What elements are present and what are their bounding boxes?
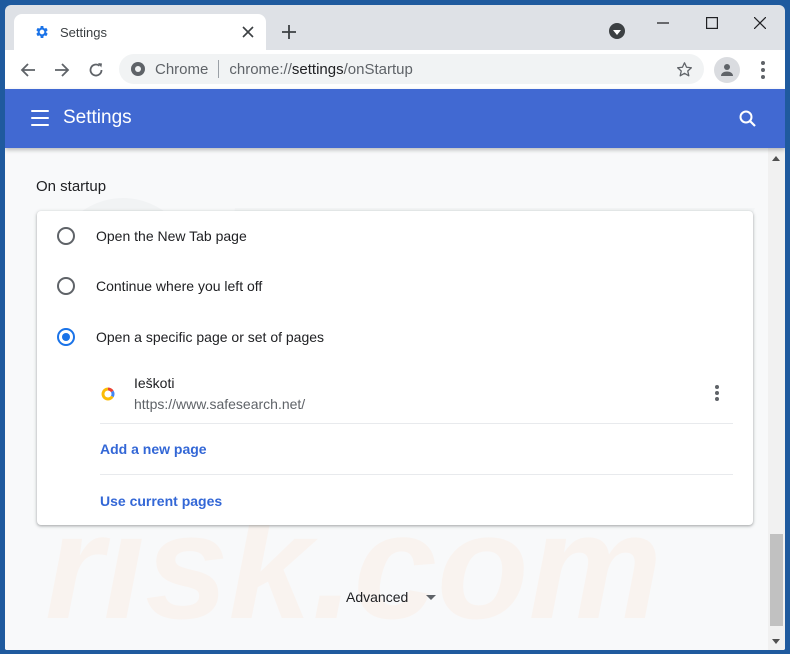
scroll-up-arrow-icon[interactable] [772, 156, 780, 161]
close-window-button[interactable] [737, 9, 783, 37]
tab-search-button[interactable] [609, 23, 625, 39]
settings-header: Settings [5, 89, 785, 148]
tab-strip: Settings [5, 5, 785, 50]
favicon-icon [101, 387, 115, 401]
maximize-button[interactable] [689, 9, 735, 37]
chrome-menu-button[interactable] [753, 58, 773, 82]
forward-button[interactable] [48, 56, 76, 84]
radio-option-specific-pages[interactable]: Open a specific page or set of pages [37, 312, 753, 362]
browser-window: Settings Chrome chrome://settings/onStar… [5, 5, 785, 650]
page-title: Settings [63, 107, 132, 128]
chrome-icon [131, 62, 145, 76]
section-title-on-startup: On startup [36, 178, 107, 195]
scrollbar[interactable] [768, 148, 785, 650]
toolbar: Chrome chrome://settings/onStartup [5, 50, 785, 89]
forward-arrow-icon [55, 63, 70, 77]
page-name: Ieškoti [134, 375, 175, 391]
back-button[interactable] [14, 56, 42, 84]
scroll-down-arrow-icon[interactable] [772, 639, 780, 644]
profile-button[interactable] [714, 57, 740, 83]
radio-label: Open the New Tab page [96, 228, 247, 244]
tab-settings[interactable]: Settings [14, 14, 266, 50]
on-startup-card: Open the New Tab page Continue where you… [37, 211, 753, 525]
radio-label: Open a specific page or set of pages [96, 329, 325, 345]
radio-option-new-tab[interactable]: Open the New Tab page [37, 211, 753, 261]
back-arrow-icon [20, 63, 35, 77]
radio-button-checked[interactable] [57, 328, 75, 346]
maximize-icon [706, 17, 718, 29]
plus-icon [282, 25, 296, 39]
gear-icon [34, 24, 50, 40]
site-chip: Chrome [155, 60, 209, 78]
radio-button[interactable] [57, 277, 75, 295]
search-icon [739, 110, 756, 127]
kebab-menu-icon [761, 61, 765, 65]
use-current-pages-link[interactable]: Use current pages [100, 475, 733, 526]
radio-button[interactable] [57, 227, 75, 245]
add-new-page-link[interactable]: Add a new page [100, 424, 733, 475]
page-more-actions-button[interactable] [705, 381, 729, 405]
hamburger-menu-button[interactable] [31, 110, 49, 126]
radio-option-continue[interactable]: Continue where you left off [37, 261, 753, 311]
search-settings-button[interactable] [738, 109, 758, 129]
hamburger-icon [31, 110, 49, 112]
caret-down-icon [426, 594, 437, 600]
advanced-toggle[interactable]: Advanced [346, 589, 437, 605]
settings-content: risk.com On startup Open the New Tab pag… [5, 148, 768, 650]
minimize-button[interactable] [640, 9, 686, 37]
page-url: https://www.safesearch.net/ [134, 396, 306, 412]
minimize-icon [657, 22, 669, 24]
bookmark-button[interactable] [674, 59, 694, 79]
reload-icon [89, 63, 103, 77]
person-icon [721, 64, 733, 76]
advanced-label: Advanced [346, 589, 409, 605]
close-tab-button[interactable] [238, 22, 258, 42]
star-icon [676, 61, 692, 76]
close-icon [754, 17, 766, 29]
address-bar[interactable]: Chrome chrome://settings/onStartup [119, 54, 704, 84]
startup-page-entry: Ieškoti https://www.safesearch.net/ [100, 366, 733, 424]
scrollbar-thumb[interactable] [770, 534, 783, 626]
reload-button[interactable] [82, 56, 110, 84]
close-icon [242, 26, 254, 38]
tab-title: Settings [60, 24, 107, 40]
url-text: chrome://settings/onStartup [229, 60, 413, 78]
radio-label: Continue where you left off [96, 278, 263, 294]
kebab-menu-icon [715, 385, 719, 389]
new-tab-button[interactable] [277, 20, 301, 44]
divider [218, 60, 220, 78]
